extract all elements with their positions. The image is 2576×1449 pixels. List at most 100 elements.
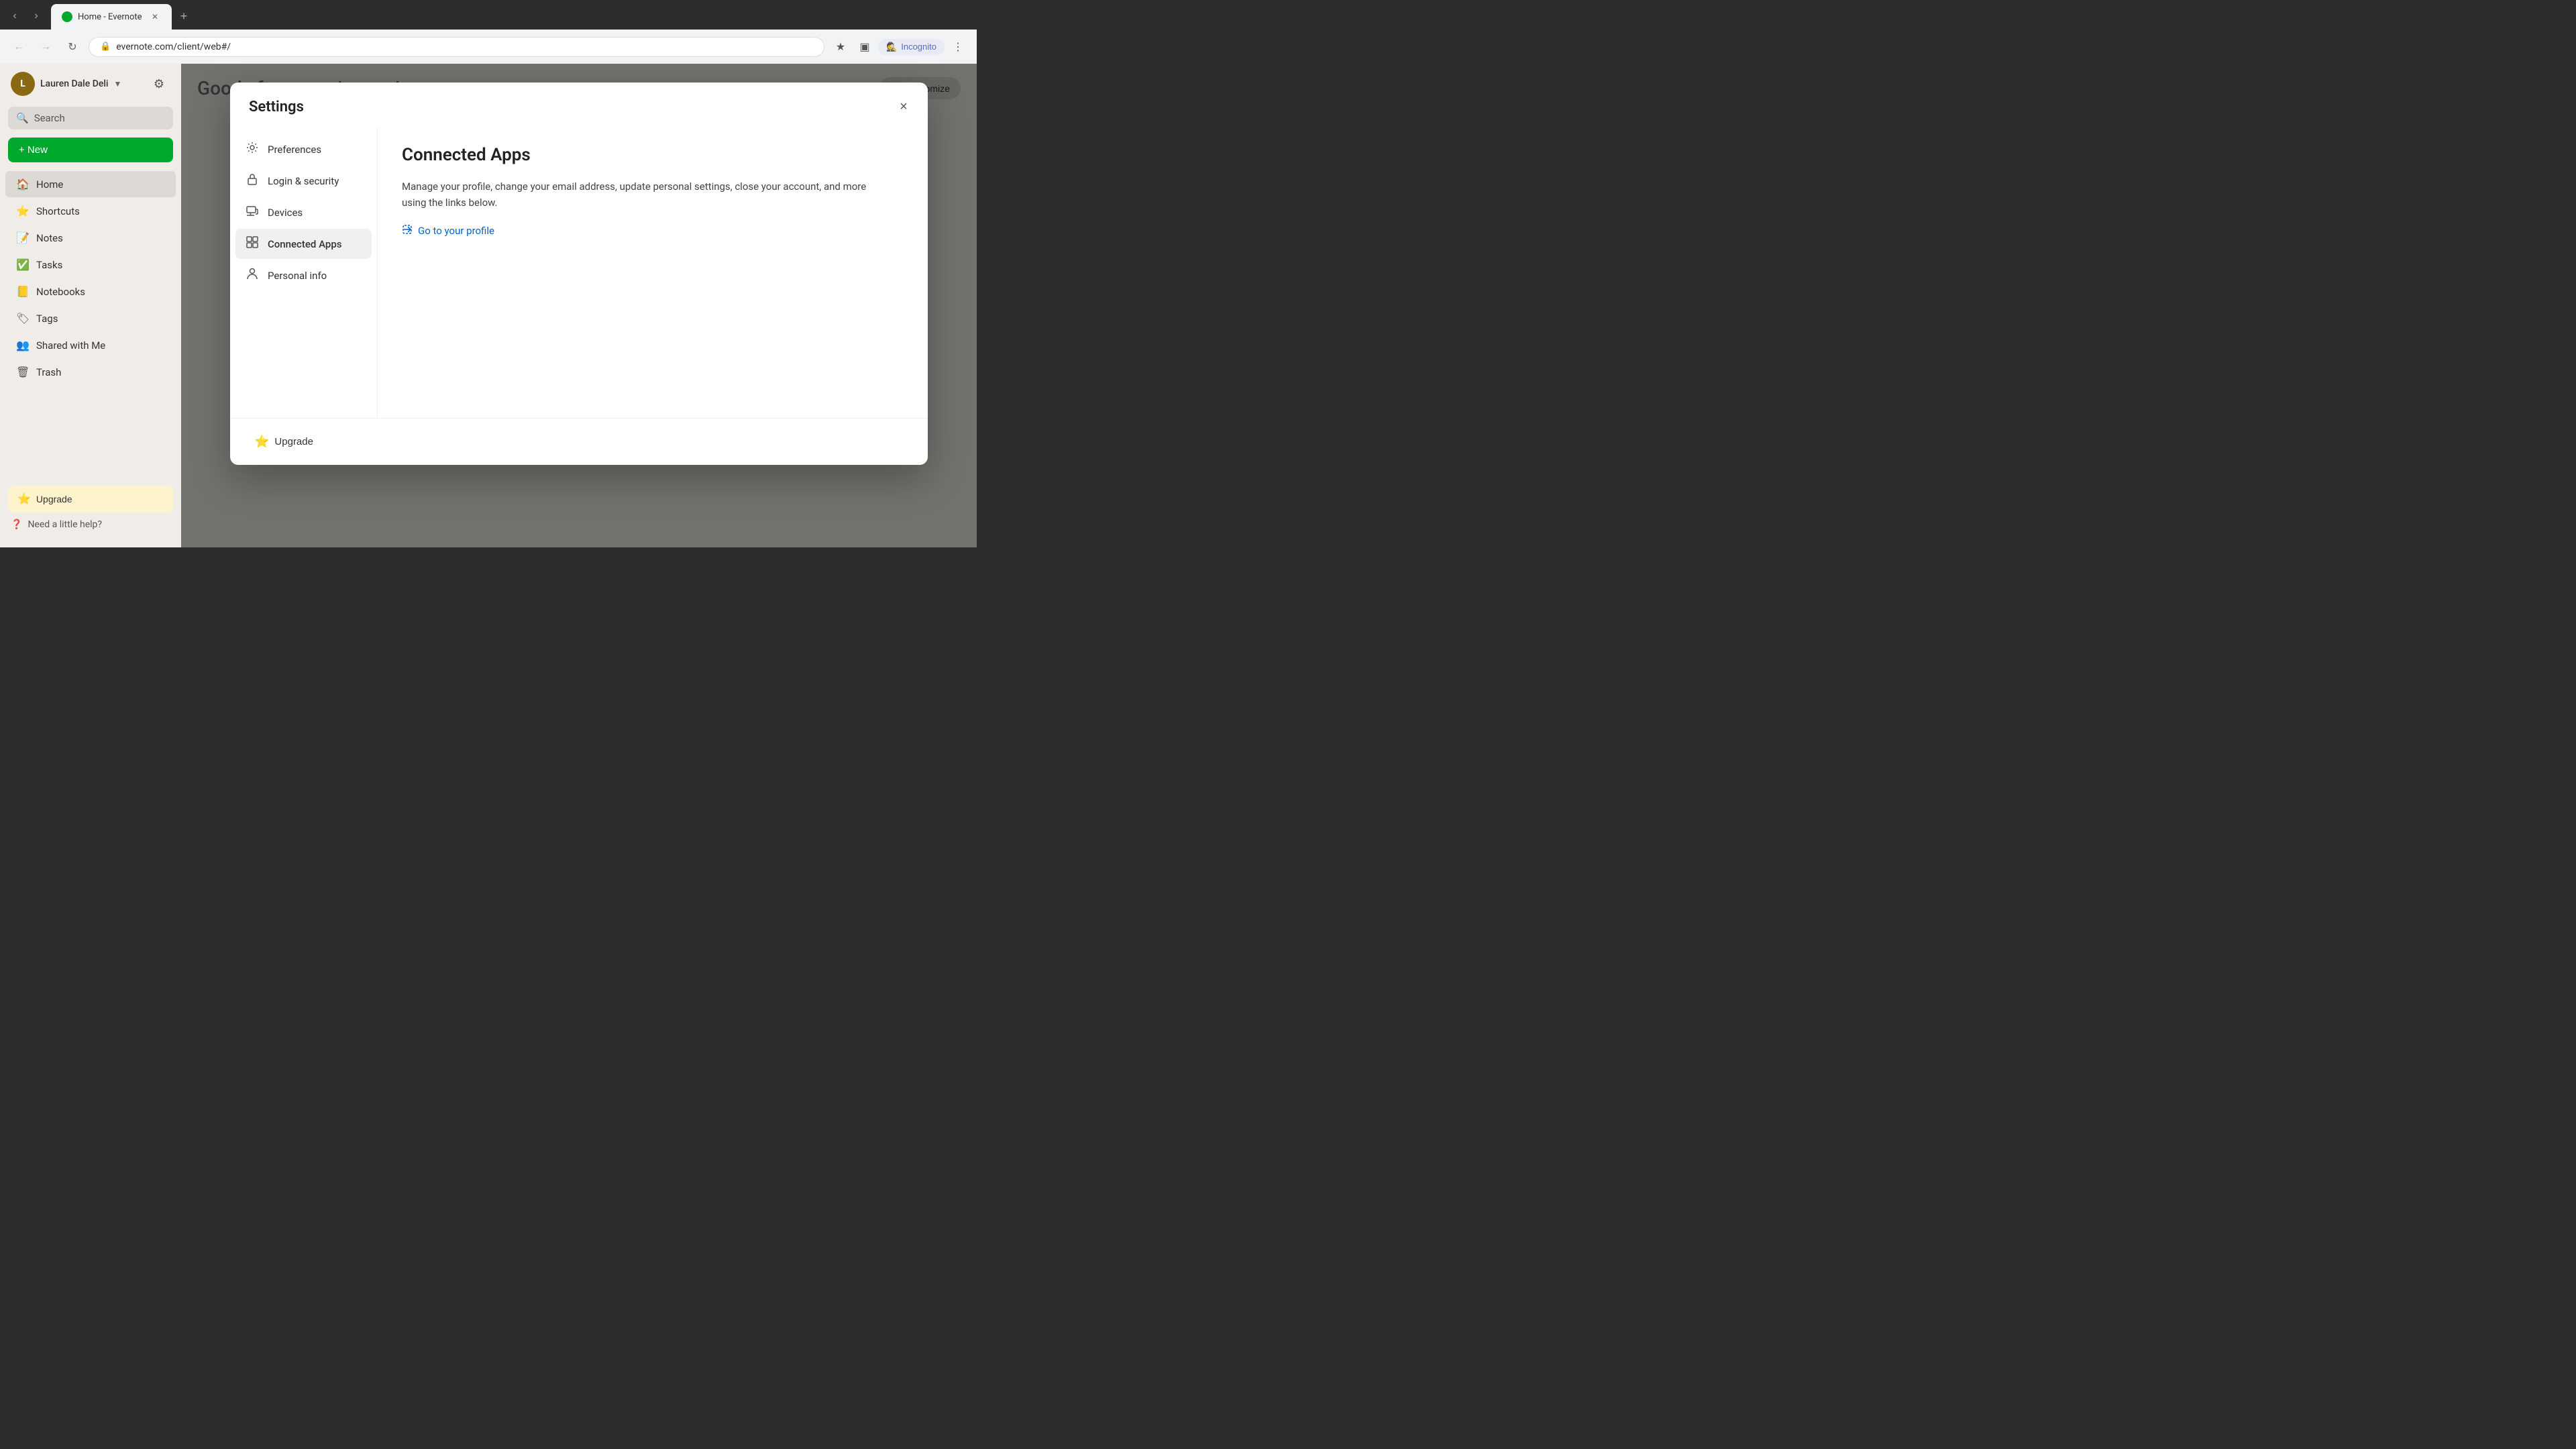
- devices-label: Devices: [268, 207, 303, 219]
- login-security-label: Login & security: [268, 175, 339, 187]
- settings-content-area: Connected Apps Manage your profile, chan…: [378, 126, 928, 418]
- url-text: evernote.com/client/web#/: [116, 42, 231, 52]
- search-icon: 🔍: [16, 112, 29, 124]
- tags-icon: 🏷: [16, 312, 30, 325]
- settings-gear-button[interactable]: ⚙: [148, 72, 170, 95]
- url-bar[interactable]: 🔒 evernote.com/client/web#/: [89, 37, 824, 57]
- settings-nav-login-security[interactable]: Login & security: [235, 166, 372, 196]
- back-button[interactable]: ←: [8, 36, 30, 58]
- sidebar-item-tasks[interactable]: ✅ Tasks: [5, 252, 176, 278]
- sidebar-header: L Lauren Dale Deli ▼ ⚙: [0, 64, 181, 104]
- help-label: Need a little help?: [28, 519, 102, 530]
- back-nav-button[interactable]: ‹: [5, 7, 24, 25]
- settings-nav-personal-info[interactable]: Personal info: [235, 260, 372, 290]
- modal-header: Settings ×: [230, 83, 928, 126]
- new-tab-button[interactable]: +: [174, 7, 193, 25]
- active-tab[interactable]: Home - Evernote ✕: [51, 4, 172, 30]
- bookmark-button[interactable]: ★: [830, 36, 851, 58]
- settings-footer: ⭐ Upgrade: [230, 418, 928, 465]
- notes-icon: 📝: [16, 231, 30, 244]
- sidebar-item-shared-label: Shared with Me: [36, 339, 105, 352]
- sidebar-item-notebooks[interactable]: 📒 Notebooks: [5, 278, 176, 305]
- sidebar-item-shared[interactable]: 👥 Shared with Me: [5, 332, 176, 358]
- sidebar-item-notebooks-label: Notebooks: [36, 286, 85, 298]
- profile-link-label: Go to your profile: [418, 225, 494, 237]
- sidebar-item-tasks-label: Tasks: [36, 259, 62, 271]
- sidebar-item-shortcuts-label: Shortcuts: [36, 205, 80, 217]
- connected-apps-icon: [245, 235, 260, 252]
- sidebar-item-home-label: Home: [36, 178, 63, 191]
- upgrade-icon-sidebar: ⭐: [17, 492, 31, 506]
- modal-overlay[interactable]: Settings ×: [181, 64, 977, 547]
- settings-description: Manage your profile, change your email a…: [402, 178, 871, 211]
- modal-title: Settings: [249, 99, 304, 115]
- tab-bar: ‹ › Home - Evernote ✕ +: [0, 0, 977, 30]
- notebooks-icon: 📒: [16, 285, 30, 298]
- upgrade-button-sidebar[interactable]: ⭐ Upgrade: [8, 486, 173, 513]
- incognito-icon: 🕵: [886, 42, 897, 52]
- menu-button[interactable]: ⋮: [947, 36, 969, 58]
- personal-info-icon: [245, 267, 260, 284]
- avatar: L: [11, 72, 35, 96]
- settings-modal: Settings ×: [230, 83, 928, 465]
- settings-sidebar-nav: Preferences Login & security: [230, 126, 378, 418]
- upgrade-settings-label: Upgrade: [274, 436, 313, 447]
- shortcuts-icon: ⭐: [16, 205, 30, 217]
- upgrade-star-icon: ⭐: [254, 435, 269, 449]
- sidebar-item-home[interactable]: 🏠 Home: [5, 171, 176, 197]
- trash-icon: 🗑: [16, 366, 30, 378]
- tasks-icon: ✅: [16, 258, 30, 271]
- tab-nav-buttons: ‹ ›: [5, 7, 46, 30]
- reload-button[interactable]: ↻: [62, 36, 83, 58]
- sidebar-footer: ⭐ Upgrade ❓ Need a little help?: [0, 480, 181, 547]
- sidebar-item-tags[interactable]: 🏷 Tags: [5, 305, 176, 331]
- upgrade-button-settings[interactable]: ⭐ Upgrade: [246, 429, 321, 454]
- user-name: Lauren Dale Deli: [40, 78, 109, 89]
- user-info[interactable]: L Lauren Dale Deli ▼: [11, 72, 121, 96]
- external-link-icon: [402, 224, 413, 237]
- settings-nav-preferences[interactable]: Preferences: [235, 134, 372, 164]
- home-icon: 🏠: [16, 178, 30, 191]
- forward-nav-button[interactable]: ›: [27, 7, 46, 25]
- preferences-icon: [245, 141, 260, 158]
- go-to-profile-link[interactable]: Go to your profile: [402, 224, 904, 237]
- new-button-label: + New: [19, 144, 48, 156]
- sidebar-item-shortcuts[interactable]: ⭐ Shortcuts: [5, 198, 176, 224]
- forward-button[interactable]: →: [35, 36, 56, 58]
- settings-page-title: Connected Apps: [402, 145, 904, 165]
- settings-nav-devices[interactable]: Devices: [235, 197, 372, 227]
- sidebar: L Lauren Dale Deli ▼ ⚙ 🔍 Search + New 🏠 …: [0, 64, 181, 547]
- browser-actions: ★ ▣ 🕵 Incognito ⋮: [830, 36, 969, 58]
- sidebar-item-trash-label: Trash: [36, 366, 61, 378]
- app-container: L Lauren Dale Deli ▼ ⚙ 🔍 Search + New 🏠 …: [0, 64, 977, 547]
- tab-close-button[interactable]: ✕: [149, 11, 161, 23]
- settings-nav-connected-apps[interactable]: Connected Apps: [235, 229, 372, 259]
- tab-search-button[interactable]: ▣: [854, 36, 875, 58]
- shared-icon: 👥: [16, 339, 30, 352]
- help-item[interactable]: ❓ Need a little help?: [8, 513, 173, 537]
- address-bar: ← → ↻ 🔒 evernote.com/client/web#/ ★ ▣ 🕵 …: [0, 30, 977, 64]
- preferences-label: Preferences: [268, 144, 321, 156]
- close-icon: ×: [900, 99, 908, 115]
- incognito-label: Incognito: [901, 42, 936, 52]
- sidebar-item-trash[interactable]: 🗑 Trash: [5, 359, 176, 385]
- connected-apps-label: Connected Apps: [268, 238, 341, 250]
- sidebar-item-notes[interactable]: 📝 Notes: [5, 225, 176, 251]
- browser-chrome: ‹ › Home - Evernote ✕ + ← → ↻ 🔒 evernote…: [0, 0, 977, 64]
- sidebar-item-tags-label: Tags: [36, 313, 58, 325]
- modal-close-button[interactable]: ×: [893, 96, 914, 117]
- upgrade-label-sidebar: Upgrade: [36, 494, 72, 504]
- lock-icon: 🔒: [100, 42, 111, 52]
- main-content: Good afternoon, Lauren! SATURDAY, FEBRUA…: [181, 64, 977, 547]
- chevron-down-icon: ▼: [114, 79, 122, 89]
- sidebar-search[interactable]: 🔍 Search: [8, 107, 173, 129]
- devices-icon: [245, 204, 260, 221]
- login-security-icon: [245, 172, 260, 189]
- new-button[interactable]: + New: [8, 138, 173, 162]
- help-icon: ❓: [11, 519, 22, 530]
- tab-title: Home - Evernote: [78, 12, 144, 22]
- incognito-button[interactable]: 🕵 Incognito: [878, 39, 945, 55]
- search-label: Search: [34, 112, 65, 124]
- tab-favicon: [62, 11, 72, 22]
- modal-body: Preferences Login & security: [230, 126, 928, 418]
